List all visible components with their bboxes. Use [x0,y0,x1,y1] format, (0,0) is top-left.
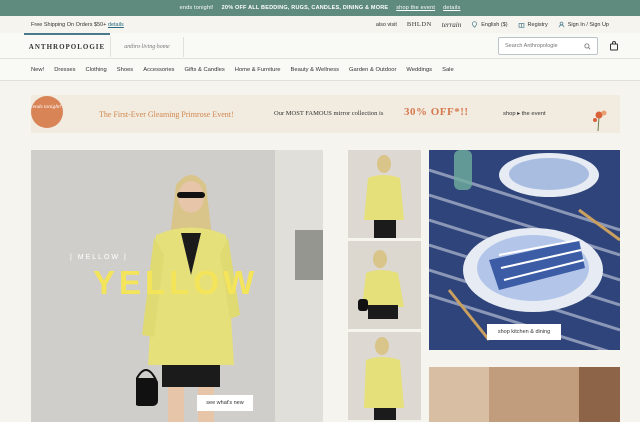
secondary-product-image[interactable] [429,367,620,422]
nav-item-sale[interactable]: Sale [442,67,454,73]
promo-bar: ends tonight! 20% OFF ALL BEDDING, RUGS,… [0,0,640,16]
shipping-details-link[interactable]: details [108,22,124,28]
nav-item-garden-outdoor[interactable]: Garden & Outdoor [349,67,396,73]
nav-item-gifts-candles[interactable]: Gifts & Candles [184,67,224,73]
search-input[interactable] [505,43,585,49]
hero-wall [275,150,323,422]
language-selector[interactable]: English ($) [471,21,508,28]
promo-ends: ends tonight! [179,5,214,11]
hero-headline: YELLOW [93,264,259,301]
promo-banner[interactable]: ends tonight! The First-Ever Gleaming Pr… [31,95,620,133]
hero-image[interactable]: | MELLOW | YELLOW see what's new [31,150,323,422]
hero-wall-shadow [295,230,323,280]
signin-label: Sign In / Sign Up [567,21,609,28]
banner-discount: 30% OFF*!! [404,106,469,118]
table-setting-illustration [429,150,620,350]
search-icon[interactable] [584,42,591,50]
terrain-link[interactable]: terrain [442,21,461,29]
nav-item-dresses[interactable]: Dresses [54,67,75,73]
gift-icon [518,23,524,28]
registry-link[interactable]: Registry [518,21,548,28]
flower-illustration [593,110,607,131]
nav-item-new[interactable]: New! [31,67,44,73]
anthro-living-logo[interactable]: anthro·living·home [110,37,184,57]
language-label: English ($) [481,21,508,28]
nav-item-home-furniture[interactable]: Home & Furniture [235,67,281,73]
shopping-bag-icon[interactable] [609,41,619,51]
banner-shop-link[interactable]: shop ▸ the event [503,111,546,117]
nav-item-shoes[interactable]: Shoes [117,67,133,73]
search-box[interactable] [498,37,598,55]
thumbnail-3[interactable] [348,332,421,420]
also-visit-label: also visit [375,21,397,28]
promo-offer: 20% OFF ALL BEDDING, RUGS, CANDLES, DINI… [221,5,389,11]
wood-texture-illustration [429,367,620,422]
thumbnail-image [348,150,421,238]
bhldn-link[interactable]: BHLDN [407,21,432,28]
hero-kicker: | MELLOW | [70,254,128,261]
hero-divider [323,150,348,422]
thumbnail-2[interactable] [348,241,421,329]
banner-lead: Our MOST FAMOUS mirror collection is [274,110,384,117]
nav-item-beauty-wellness[interactable]: Beauty & Wellness [290,67,339,73]
nav-item-accessories[interactable]: Accessories [143,67,174,73]
thumbnail-image [348,332,421,420]
promo-details-link[interactable]: details [443,5,460,11]
user-icon [558,21,565,28]
ends-tonight-badge: ends tonight! [31,96,63,128]
see-whats-new-button[interactable]: see what's new [197,395,253,411]
utility-bar: Free Shipping On Orders $50+ details als… [0,16,640,33]
signin-link[interactable]: Sign In / Sign Up [558,21,609,28]
thumbnail-strip [348,150,421,422]
anthropologie-logo[interactable]: ANTHROPOLOGIE [24,33,110,59]
nav-item-weddings[interactable]: Weddings [406,67,432,73]
location-pin-icon [472,21,478,28]
shop-kitchen-dining-button[interactable]: shop kitchen & dining [487,324,561,340]
kitchen-dining-image[interactable]: shop kitchen & dining [429,150,620,350]
registry-label: Registry [527,21,548,28]
promo-shop-link[interactable]: shop the event [396,5,435,11]
site-header: ANTHROPOLOGIE anthro·living·home [0,33,640,59]
banner-title: The First-Ever Gleaming Primrose Event! [99,110,234,119]
main-nav: New! Dresses Clothing Shoes Accessories … [0,59,640,81]
shipping-message: Free Shipping On Orders $50+ details [31,22,376,28]
thumbnail-1[interactable] [348,150,421,238]
thumbnail-image [348,241,421,329]
nav-item-clothing[interactable]: Clothing [85,67,106,73]
shipping-text: Free Shipping On Orders $50+ [31,21,107,28]
